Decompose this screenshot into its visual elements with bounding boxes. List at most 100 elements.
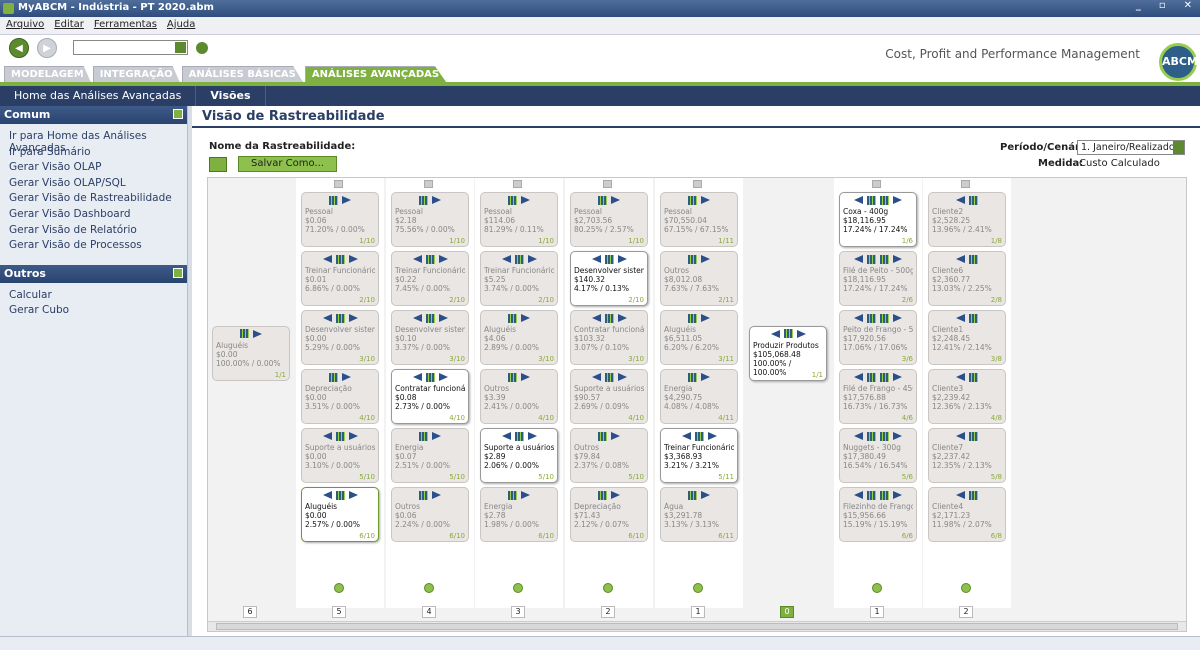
- close-button[interactable]: ✕: [1184, 0, 1192, 11]
- forward-button[interactable]: ▶: [37, 38, 57, 58]
- column-number[interactable]: 2: [959, 606, 973, 618]
- arrow-right-icon[interactable]: [527, 255, 537, 263]
- scroll-down-icon[interactable]: [961, 583, 971, 593]
- grid-icon[interactable]: [880, 372, 889, 382]
- arrow-right-icon[interactable]: [893, 432, 902, 440]
- grid-icon[interactable]: [419, 490, 428, 500]
- arrow-right-icon[interactable]: [617, 373, 627, 381]
- scroll-down-icon[interactable]: [513, 583, 523, 593]
- grid-icon[interactable]: [598, 195, 607, 205]
- arrow-right-icon[interactable]: [617, 255, 627, 263]
- grid-icon[interactable]: [425, 313, 435, 323]
- trace-card[interactable]: Pessoal $2,703.56 80.25% / 2.57% 1/10: [570, 192, 648, 247]
- arrow-right-icon[interactable]: [707, 432, 717, 440]
- grid-icon[interactable]: [694, 431, 704, 441]
- arrow-left-icon[interactable]: [854, 255, 863, 263]
- grid-icon[interactable]: [604, 372, 614, 382]
- grid-icon[interactable]: [335, 254, 345, 264]
- column-number[interactable]: 5: [332, 606, 346, 618]
- grid-icon[interactable]: [598, 490, 607, 500]
- scrollbar-thumb[interactable]: [216, 623, 1178, 630]
- sidebar-section-outros[interactable]: Outros: [0, 264, 187, 283]
- grid-icon[interactable]: [867, 195, 876, 205]
- grid-icon[interactable]: [880, 195, 889, 205]
- subnav-visoes[interactable]: Visões: [196, 86, 266, 106]
- arrow-left-icon[interactable]: [956, 255, 965, 263]
- arrow-right-icon[interactable]: [701, 255, 710, 263]
- grid-icon[interactable]: [969, 313, 978, 323]
- arrow-right-icon[interactable]: [521, 314, 530, 322]
- grid-icon[interactable]: [508, 195, 517, 205]
- grid-icon[interactable]: [688, 372, 697, 382]
- sidebar-item-gerar-cubo[interactable]: Gerar Cubo: [9, 304, 187, 320]
- arrow-left-icon[interactable]: [591, 373, 601, 381]
- chevron-down-icon[interactable]: [175, 42, 186, 53]
- scroll-down-icon[interactable]: [872, 583, 882, 593]
- grid-icon[interactable]: [867, 372, 876, 382]
- sidebar-item-home[interactable]: Ir para Home das Análises Avançadas: [9, 130, 187, 154]
- grid-icon[interactable]: [688, 254, 697, 264]
- tab-integracao[interactable]: INTEGRAÇÃO: [92, 66, 180, 82]
- column-number[interactable]: 2: [601, 606, 615, 618]
- arrow-right-icon[interactable]: [348, 255, 358, 263]
- grid-icon[interactable]: [783, 329, 793, 339]
- grid-icon[interactable]: [425, 254, 435, 264]
- arrow-left-icon[interactable]: [854, 373, 863, 381]
- sidebar-item-olap[interactable]: Gerar Visão OLAP: [9, 161, 187, 177]
- trace-card[interactable]: Cliente6 $2,360.77 13.03% / 2.25% 2/8: [928, 251, 1006, 306]
- arrow-left-icon[interactable]: [854, 432, 863, 440]
- trace-card[interactable]: Aluguéis $0.00 2.57% / 0.00% 6/10: [301, 487, 379, 542]
- trace-card[interactable]: Outros $0.06 2.24% / 0.00% 6/10: [391, 487, 469, 542]
- sidebar-section-comum[interactable]: Comum: [0, 106, 187, 124]
- arrow-right-icon[interactable]: [342, 373, 351, 381]
- minimize-button[interactable]: _: [1136, 0, 1141, 11]
- scroll-down-icon[interactable]: [693, 583, 703, 593]
- scroll-down-icon[interactable]: [334, 583, 344, 593]
- scroll-up-icon[interactable]: [603, 180, 612, 188]
- column-number[interactable]: 6: [243, 606, 257, 618]
- arrow-right-icon[interactable]: [611, 491, 620, 499]
- trace-card[interactable]: Filezinho de Frango...$15,956.6615.19% /…: [839, 487, 917, 542]
- arrow-left-icon[interactable]: [322, 255, 332, 263]
- subnav-home[interactable]: Home das Análises Avançadas: [0, 86, 197, 106]
- grid-icon[interactable]: [419, 195, 428, 205]
- trace-card[interactable]: Pessoal $70,550.04 67.15% / 67.15% 1/11: [660, 192, 738, 247]
- maximize-button[interactable]: ▫: [1159, 0, 1166, 11]
- sidebar-item-dashboard[interactable]: Gerar Visão Dashboard: [9, 208, 187, 224]
- grid-icon[interactable]: [508, 313, 517, 323]
- grid-icon[interactable]: [688, 490, 697, 500]
- trace-card[interactable]: Coxa - 400g $18,116.95 17.24% / 17.24% 1/6: [839, 192, 917, 247]
- grid-icon[interactable]: [867, 254, 876, 264]
- trace-card[interactable]: Cliente2 $2,528.25 13.96% / 2.41% 1/8: [928, 192, 1006, 247]
- grid-icon[interactable]: [598, 431, 607, 441]
- arrow-right-icon[interactable]: [342, 196, 351, 204]
- trace-card[interactable]: Pessoal $0.06 71.20% / 0.00% 1/10: [301, 192, 379, 247]
- arrow-left-icon[interactable]: [956, 491, 965, 499]
- arrow-right-icon[interactable]: [253, 329, 262, 338]
- grid-icon[interactable]: [880, 313, 889, 323]
- trace-card[interactable]: Energia $2.78 1.98% / 0.00% 6/10: [480, 487, 558, 542]
- arrow-left-icon[interactable]: [854, 196, 863, 204]
- arrow-right-icon[interactable]: [521, 196, 530, 204]
- menu-arquivo[interactable]: Arquivo: [6, 19, 44, 32]
- arrow-left-icon[interactable]: [501, 432, 511, 440]
- arrow-right-icon[interactable]: [432, 491, 441, 499]
- grid-icon[interactable]: [867, 490, 876, 500]
- trace-card[interactable]: Treinar Funcionários $5.25 3.74% / 0.00% 2/…: [480, 251, 558, 306]
- back-button[interactable]: ◀: [9, 38, 29, 58]
- scroll-up-icon[interactable]: [693, 180, 702, 188]
- column-number[interactable]: 0: [780, 606, 794, 618]
- grid-icon[interactable]: [329, 372, 338, 382]
- arrow-left-icon[interactable]: [854, 491, 863, 499]
- scroll-up-icon[interactable]: [334, 180, 343, 188]
- arrow-right-icon[interactable]: [348, 491, 358, 499]
- arrow-left-icon[interactable]: [412, 314, 422, 322]
- grid-icon[interactable]: [867, 431, 876, 441]
- arrow-left-icon[interactable]: [956, 373, 965, 381]
- arrow-right-icon[interactable]: [701, 373, 710, 381]
- tab-analises-avancadas[interactable]: ANÁLISES AVANÇADAS: [304, 66, 447, 82]
- trace-card[interactable]: Outros $8,012.08 7.63% / 7.63% 2/11: [660, 251, 738, 306]
- arrow-left-icon[interactable]: [591, 314, 601, 322]
- arrow-left-icon[interactable]: [854, 314, 863, 322]
- arrow-right-icon[interactable]: [438, 255, 448, 263]
